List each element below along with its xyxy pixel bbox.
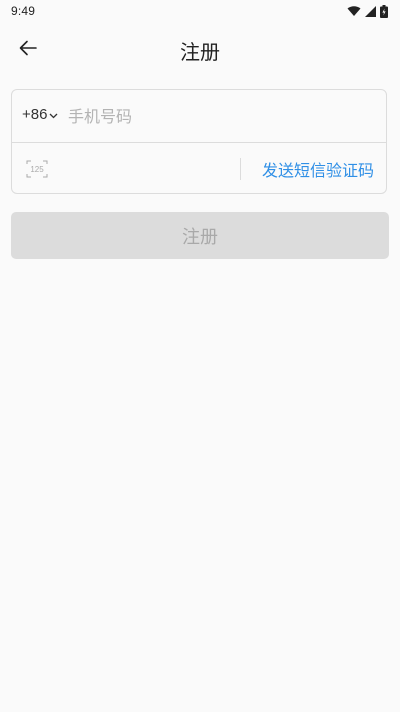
battery-icon xyxy=(380,4,388,18)
register-button[interactable]: 注册 xyxy=(11,212,389,259)
status-icons xyxy=(347,4,388,18)
app-bar: 注册 xyxy=(0,24,400,76)
phone-row: +86 xyxy=(12,90,386,142)
vertical-divider xyxy=(240,158,241,180)
sms-code-icon: 125 xyxy=(26,159,48,179)
svg-text:125: 125 xyxy=(30,165,44,174)
send-sms-code-button[interactable]: 发送短信验证码 xyxy=(262,157,374,181)
country-code-selector[interactable]: +86 xyxy=(22,106,58,123)
register-form: +86 125 发送短信验证码 xyxy=(11,89,387,194)
status-bar: 9:49 xyxy=(0,0,400,24)
phone-number-input[interactable] xyxy=(68,102,368,130)
status-time: 9:49 xyxy=(11,4,36,18)
page-title: 注册 xyxy=(180,40,220,64)
wifi-icon xyxy=(347,5,361,17)
chevron-down-icon xyxy=(49,106,58,123)
country-code-label: +86 xyxy=(22,106,48,123)
sms-code-row: 125 发送短信验证码 xyxy=(12,143,386,195)
signal-icon xyxy=(365,5,376,17)
sms-code-input[interactable] xyxy=(60,155,230,183)
